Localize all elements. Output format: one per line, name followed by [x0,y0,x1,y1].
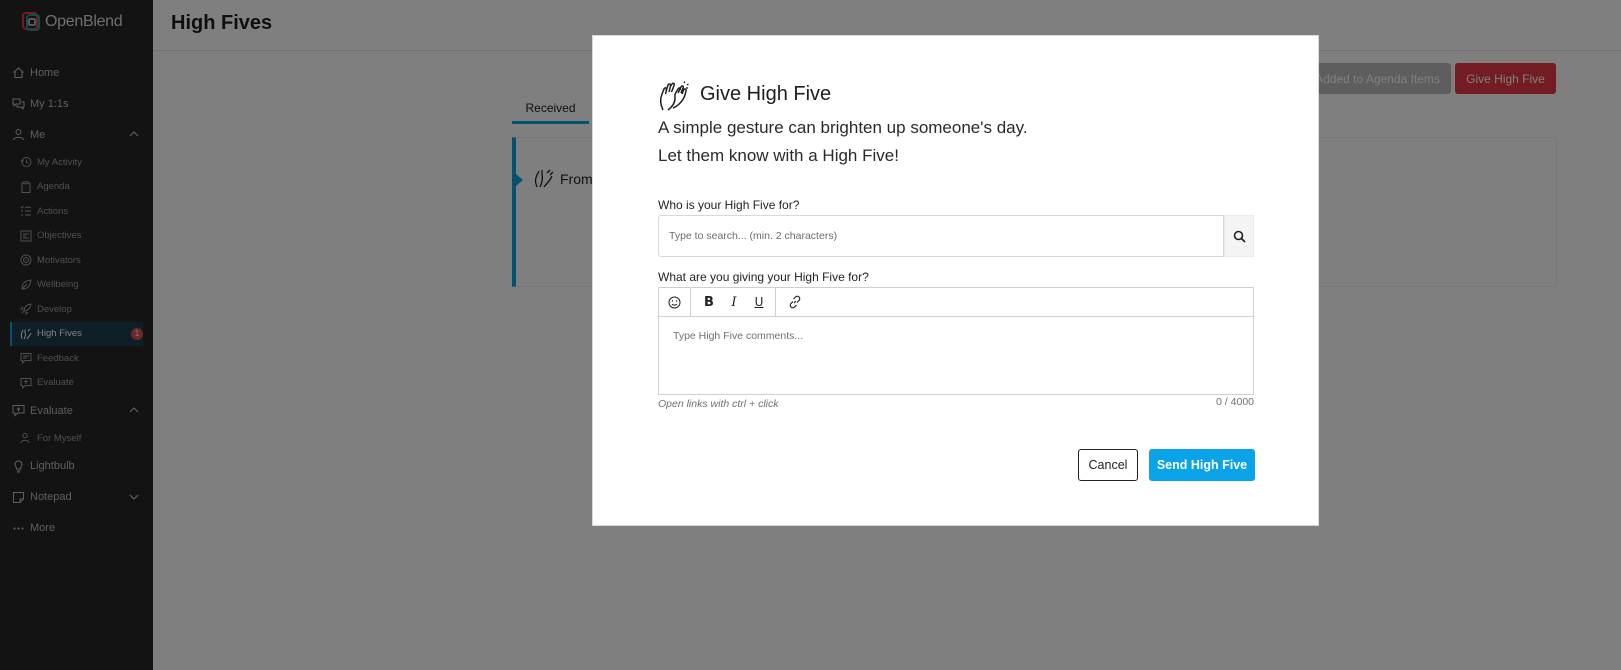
send-high-five-button[interactable]: Send High Five [1149,449,1255,481]
bold-button[interactable]: B [697,288,721,316]
comment-editor: B I U Type High Five comments... [658,287,1254,395]
character-counter: 0 / 4000 [1216,396,1254,408]
modal-title: Give High Five [700,83,832,105]
modal-subtitle-line2: Let them know with a High Five! [658,146,899,165]
recipient-search-input[interactable] [658,215,1224,257]
reason-label: What are you giving your High Five for? [658,270,869,284]
recipient-label: Who is your High Five for? [658,198,800,212]
search-icon [1233,230,1246,243]
high-five-icon [658,81,689,112]
toolbar-divider [690,288,691,316]
cancel-button[interactable]: Cancel [1078,449,1138,481]
toolbar-divider [775,288,776,316]
italic-button[interactable]: I [722,288,746,316]
comment-textarea[interactable]: Type High Five comments... [673,330,803,342]
emoji-icon [668,296,681,309]
underline-button[interactable]: U [747,288,771,316]
emoji-button[interactable] [659,288,690,316]
search-button[interactable] [1224,215,1254,257]
link-button[interactable] [779,288,811,316]
editor-toolbar: B I U [659,288,1253,317]
links-hint: Open links with ctrl + click [658,398,779,410]
link-icon [788,295,802,309]
modal-subtitle-line1: A simple gesture can brighten up someone… [658,118,1028,137]
give-high-five-modal: Give High Five A simple gesture can brig… [592,35,1319,526]
